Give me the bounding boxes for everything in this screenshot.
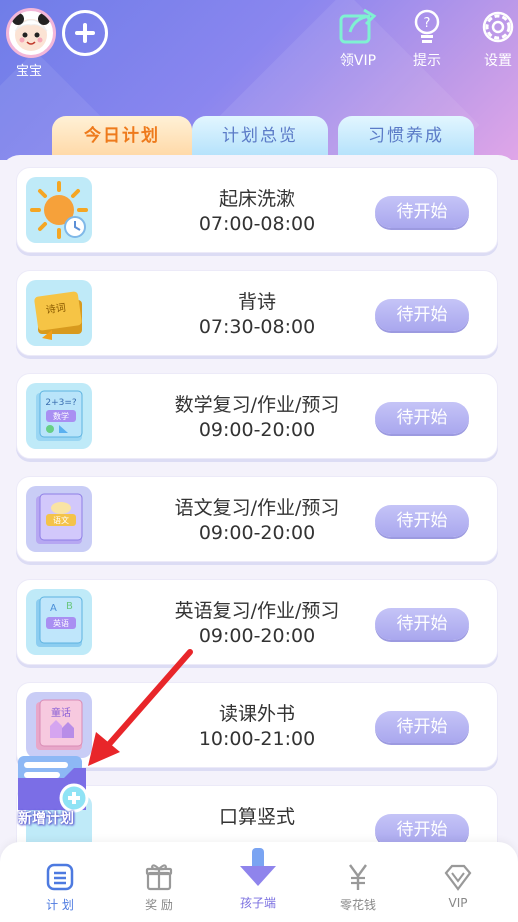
- letter-a-icon: A: [50, 603, 57, 614]
- bottom-nav: 计 划 奖 励 孩子端 零花钱 VIP: [0, 842, 518, 922]
- settings-button[interactable]: 设置: [468, 8, 518, 70]
- chinese-book-icon: 语文: [26, 486, 92, 552]
- avatar-name: 宝宝: [15, 64, 42, 79]
- lightbulb-icon: ?: [414, 9, 440, 43]
- diamond-icon: [444, 864, 472, 891]
- nav-vip-label: VIP: [448, 896, 468, 910]
- start-status-button[interactable]: 待开始: [375, 505, 469, 537]
- sun-clock-icon: [26, 177, 92, 243]
- start-status-button[interactable]: 待开始: [375, 402, 469, 434]
- nav-allowance[interactable]: 零花钱: [318, 862, 398, 913]
- story-icon-label: 童话: [51, 706, 71, 719]
- panda-avatar-icon: [12, 13, 50, 51]
- math-icon-label: 数学: [53, 411, 69, 421]
- start-status-button[interactable]: 待开始: [375, 196, 469, 228]
- avatar[interactable]: [6, 8, 56, 58]
- get-vip-button[interactable]: 领VIP: [328, 8, 388, 70]
- hint-button[interactable]: ? 提示: [397, 8, 457, 70]
- plan-time: 07:30-08:00: [198, 316, 316, 338]
- yen-icon: [349, 864, 367, 890]
- plan-card[interactable]: 2+3=? 数学 数学复习/作业/预习 09:00-20:00 待开始: [16, 373, 498, 459]
- start-status-button[interactable]: 待开始: [375, 608, 469, 640]
- plan-card[interactable]: 语文 语文复习/作业/预习 09:00-20:00 待开始: [16, 476, 498, 562]
- plan-title: 英语复习/作业/预习: [174, 600, 340, 622]
- plan-time: 07:00-08:00: [198, 213, 316, 235]
- gear-icon: [482, 11, 514, 43]
- plan-card[interactable]: 诗词 背诗 07:30-08:00 待开始: [16, 270, 498, 356]
- svg-text:?: ?: [424, 16, 431, 31]
- hint-label: 提示: [413, 53, 441, 69]
- nav-allowance-label: 零花钱: [339, 898, 376, 912]
- add-plan-label: 新增计划: [18, 811, 74, 827]
- nav-reward[interactable]: 奖 励: [119, 862, 199, 913]
- plan-title: 背诗: [237, 291, 276, 313]
- header: 宝宝 领VIP ? 提示 设置 今日计划 计划总览 习惯养成: [0, 0, 518, 160]
- share-arrow-icon: [339, 8, 377, 44]
- english-icon-label: 英语: [53, 618, 69, 628]
- plan-list[interactable]: 起床洗漱 07:00-08:00 待开始 诗词 背诗 07:30-08:00 待…: [0, 155, 518, 871]
- start-status-button[interactable]: 待开始: [375, 299, 469, 331]
- plan-time: 09:00-20:00: [198, 625, 316, 647]
- plan-time: 09:00-20:00: [198, 522, 316, 544]
- math-icon-top: 2+3=?: [45, 398, 77, 408]
- red-arrow-annotation: [88, 649, 193, 766]
- plan-time: 09:00-20:00: [198, 419, 316, 441]
- plan-title: 数学复习/作业/预习: [174, 394, 340, 416]
- nav-plan-label: 计 划: [46, 898, 74, 912]
- nav-reward-label: 奖 励: [145, 898, 173, 912]
- math-book-icon: 2+3=? 数学: [26, 383, 92, 449]
- down-arrow-icon: [240, 848, 276, 886]
- poetry-book-icon: 诗词: [26, 280, 92, 346]
- start-status-button[interactable]: 待开始: [375, 711, 469, 743]
- settings-label: 设置: [484, 53, 512, 69]
- plan-title: 起床洗漱: [218, 188, 295, 210]
- nav-vip[interactable]: VIP: [418, 862, 498, 910]
- add-child-button[interactable]: [62, 10, 108, 56]
- tab-today-plan[interactable]: 今日计划: [52, 116, 192, 156]
- tab-plan-overview[interactable]: 计划总览: [192, 116, 328, 156]
- plan-title: 语文复习/作业/预习: [174, 497, 340, 519]
- plan-list-icon: [46, 863, 74, 891]
- chinese-icon-label: 语文: [53, 515, 69, 525]
- english-book-icon: A B 英语: [26, 589, 92, 655]
- gift-icon: [145, 864, 173, 891]
- plan-card[interactable]: 起床洗漱 07:00-08:00 待开始: [16, 167, 498, 253]
- nav-child-mode-label: 孩子端: [239, 896, 276, 910]
- tab-habit-building[interactable]: 习惯养成: [338, 116, 474, 156]
- letter-b-icon: B: [66, 601, 73, 612]
- nav-plan[interactable]: 计 划: [20, 862, 100, 913]
- get-vip-label: 领VIP: [339, 53, 377, 69]
- plan-title: 口算竖式: [218, 806, 295, 828]
- nav-child-mode[interactable]: 孩子端: [218, 846, 298, 911]
